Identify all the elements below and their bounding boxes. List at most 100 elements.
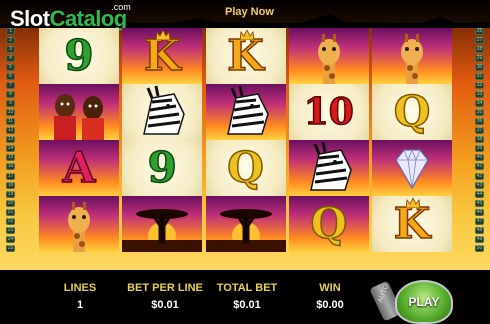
payline-indicator: 10 bbox=[6, 109, 15, 117]
payline-indicator: 39 bbox=[475, 145, 484, 153]
symbol-ace: A bbox=[39, 140, 119, 196]
payline-indicator: 17 bbox=[6, 172, 15, 180]
diamond-icon bbox=[395, 148, 429, 190]
total-bet-value: $0.01 bbox=[233, 299, 261, 311]
payline-indicator: 24 bbox=[6, 235, 15, 243]
payline-indicator: 4 bbox=[6, 55, 15, 63]
payline-indicator: 15 bbox=[6, 154, 15, 162]
play-button[interactable]: PLAY bbox=[395, 280, 453, 324]
symbol-nine: 9 bbox=[122, 140, 203, 196]
total-bet-label: TOTAL BET bbox=[216, 282, 278, 294]
symbol-king: K bbox=[372, 196, 452, 252]
symbol-giraffe bbox=[288, 28, 369, 84]
payline-indicator: 36 bbox=[475, 118, 484, 126]
payline-indicators-right: 26 27 28 29 30 31 32 33 34 35 36 37 38 39 40 41 42 43 44 45… bbox=[475, 28, 484, 252]
reel-4: 10 Q bbox=[288, 28, 369, 252]
symbol-zebra bbox=[205, 84, 286, 140]
payline-indicator: 28 bbox=[475, 46, 484, 54]
symbol-diamond bbox=[372, 140, 452, 196]
payline-indicator: 40 bbox=[475, 154, 484, 162]
acacia-tree-icon bbox=[205, 209, 286, 252]
payline-indicator: 38 bbox=[475, 136, 484, 144]
reel-1: 9 A bbox=[39, 28, 119, 252]
payline-indicator: 44 bbox=[475, 190, 484, 198]
payline-indicator: 1 bbox=[6, 28, 15, 35]
payline-indicator: 49 bbox=[475, 235, 484, 243]
symbol-nine: 9 bbox=[39, 28, 119, 84]
payline-indicator: 19 bbox=[6, 190, 15, 198]
win-label: WIN bbox=[319, 282, 341, 294]
payline-indicator: 12 bbox=[6, 127, 15, 135]
symbol-ten: 10 bbox=[288, 84, 369, 140]
payline-indicator: 33 bbox=[475, 91, 484, 99]
symbol-queen: Q bbox=[288, 196, 369, 252]
payline-indicator: 30 bbox=[475, 64, 484, 72]
payline-indicator: 16 bbox=[6, 163, 15, 171]
giraffe-icon bbox=[68, 202, 90, 252]
symbol-queen: Q bbox=[372, 84, 452, 140]
payline-indicator: 32 bbox=[475, 82, 484, 90]
symbol-acacia-tree bbox=[205, 196, 286, 252]
acacia-tree-icon bbox=[122, 209, 203, 252]
payline-indicator: 23 bbox=[6, 226, 15, 234]
payline-indicator: 26 bbox=[475, 28, 484, 35]
payline-indicator: 46 bbox=[475, 208, 484, 216]
payline-indicator: 18 bbox=[6, 181, 15, 189]
payline-indicator: 7 bbox=[6, 82, 15, 90]
zebra-icon bbox=[143, 85, 186, 135]
crown-icon bbox=[239, 30, 254, 40]
payline-indicator: 6 bbox=[6, 73, 15, 81]
reel-5: Q K bbox=[372, 28, 452, 252]
reel-2: K 9 bbox=[122, 28, 203, 252]
payline-indicator: 8 bbox=[6, 91, 15, 99]
payline-indicator: 47 bbox=[475, 217, 484, 225]
payline-indicator: 31 bbox=[475, 73, 484, 81]
win-value: $0.00 bbox=[316, 299, 344, 311]
payline-indicator: 5 bbox=[6, 64, 15, 72]
payline-indicators-left: 1 2 3 4 5 6 7 8 9 10 11 12 13 14 15 16 17 18 19 20 21 22 23 24 2… bbox=[6, 28, 15, 252]
payline-indicator: 35 bbox=[475, 109, 484, 117]
payline-indicator: 9 bbox=[6, 100, 15, 108]
bet-per-line-label: BET PER LINE bbox=[127, 282, 203, 294]
reel-grid: 9 A K 9 K Q 10 Q Q K bbox=[39, 28, 452, 252]
giraffe-icon bbox=[401, 34, 423, 84]
symbol-zebra bbox=[122, 84, 203, 140]
payline-indicator: 48 bbox=[475, 226, 484, 234]
payline-indicator: 50 bbox=[475, 244, 484, 252]
payline-indicator: 45 bbox=[475, 199, 484, 207]
logo-text-com: .com bbox=[111, 2, 131, 12]
zebra-icon bbox=[226, 85, 269, 135]
symbol-queen: Q bbox=[205, 140, 286, 196]
payline-indicator: 29 bbox=[475, 55, 484, 63]
payline-indicator: 3 bbox=[6, 46, 15, 54]
reel-3: K Q bbox=[205, 28, 286, 252]
zebra-icon bbox=[309, 141, 352, 191]
payline-indicator: 42 bbox=[475, 172, 484, 180]
payline-indicator: 14 bbox=[6, 145, 15, 153]
lines-value: 1 bbox=[76, 299, 84, 311]
payline-indicator: 2 bbox=[6, 37, 15, 45]
payline-indicator: 34 bbox=[475, 100, 484, 108]
symbol-king: K bbox=[205, 28, 286, 84]
payline-indicator: 22 bbox=[6, 217, 15, 225]
masai-warriors-icon bbox=[54, 94, 104, 140]
lines-label: LINES bbox=[63, 282, 97, 294]
symbol-acacia-tree bbox=[122, 196, 203, 252]
payline-indicator: 11 bbox=[6, 118, 15, 126]
bet-per-line-value: $0.01 bbox=[151, 299, 179, 311]
payline-indicator: 27 bbox=[475, 37, 484, 45]
symbol-giraffe bbox=[372, 28, 452, 84]
symbol-giraffe bbox=[39, 196, 119, 252]
payline-indicator: 21 bbox=[6, 208, 15, 216]
payline-indicator: 43 bbox=[475, 181, 484, 189]
symbol-zebra bbox=[288, 140, 369, 196]
payline-indicator: 13 bbox=[6, 136, 15, 144]
play-now-link[interactable]: Play Now bbox=[225, 6, 274, 18]
crown-icon bbox=[406, 198, 420, 208]
symbol-masai-warriors bbox=[39, 84, 119, 140]
giraffe-icon bbox=[317, 34, 340, 84]
payline-indicator: 41 bbox=[475, 163, 484, 171]
payline-indicator: 20 bbox=[6, 199, 15, 207]
payline-indicator: 25 bbox=[6, 244, 15, 252]
payline-indicator: 37 bbox=[475, 127, 484, 135]
